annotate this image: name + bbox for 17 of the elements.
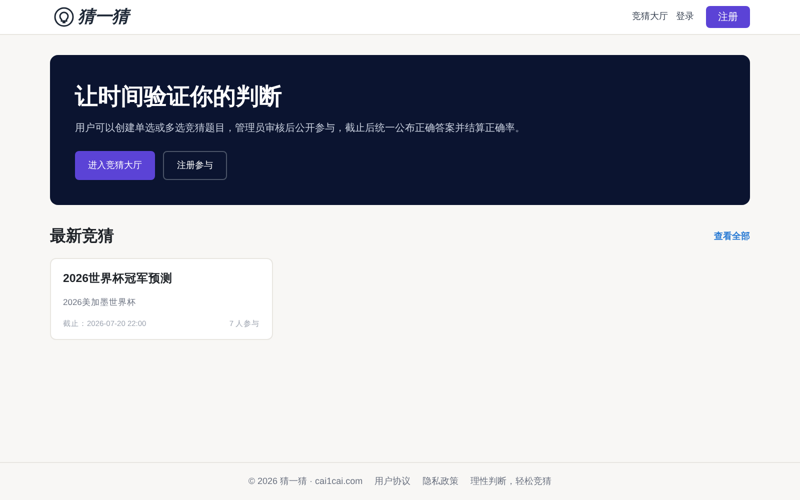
footer-link[interactable]: 用户协议 <box>374 474 411 488</box>
section-title: 最新竞猜 <box>50 226 114 247</box>
lightbulb-icon <box>54 7 74 27</box>
nav-link[interactable]: 登录 <box>676 10 694 24</box>
nav-link[interactable]: 竞猜大厅 <box>632 10 668 24</box>
view-all-link[interactable]: 查看全部 <box>714 230 750 244</box>
card-subtitle: 2026美加墨世界杯 <box>63 296 137 309</box>
footer-link[interactable]: 隐私政策 <box>422 474 459 488</box>
copyright-text: © 2026 猜一猜 · cai1cai.com <box>248 474 363 488</box>
register-join-button[interactable]: 注册参与 <box>163 151 227 180</box>
enter-hall-button[interactable]: 进入竞猜大厅 <box>75 151 155 180</box>
footer-link[interactable]: 理性判断，轻松竞猜 <box>470 474 552 488</box>
register-button[interactable]: 注册 <box>706 6 750 28</box>
card-title: 2026世界杯冠军预测 <box>63 271 174 287</box>
site-logo[interactable]: 猜一猜 <box>78 4 129 30</box>
hero-title: 让时间验证你的判断 <box>75 82 283 111</box>
hero-description: 用户可以创建单选或多选竞猜题目，管理员审核后公开参与，截止后统一公布正确答案并结算正确率。 <box>75 122 526 136</box>
